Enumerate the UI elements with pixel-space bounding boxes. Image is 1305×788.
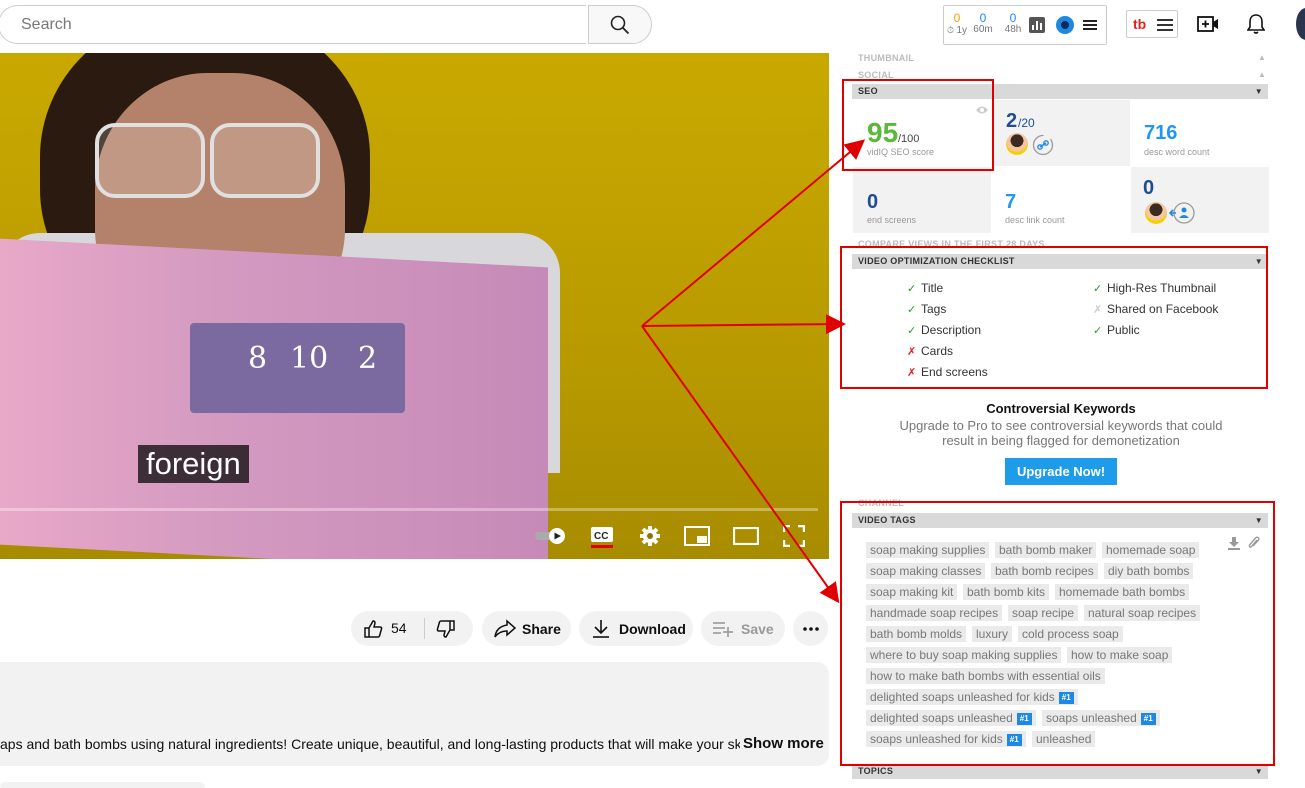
channel-links-card: 0 [1131,167,1269,233]
collapse-arrow-icon[interactable]: ▲ [1258,70,1266,79]
settings-button[interactable] [637,523,663,549]
comments-sort-chip[interactable] [0,782,205,788]
desc-word-count-label: desc word count [1144,147,1210,157]
fullscreen-button[interactable] [781,523,807,549]
download-button[interactable]: Download [579,611,693,646]
share-button[interactable]: Share [482,611,571,646]
theater-icon [733,527,759,545]
progress-bar[interactable] [0,508,818,511]
tags-ratio-card: 2 /20 [992,100,1130,166]
more-horiz-icon [802,626,819,631]
search-input[interactable]: Search [0,5,586,44]
stat-1y: 0 ⏱ 1y [946,11,968,36]
gear-icon [640,526,660,546]
menu-icon [1157,19,1173,31]
share-icon [494,619,516,638]
stat-48h: 0 48h [1004,11,1022,35]
controversial-text: Upgrade to Pro to see controversial keyw… [899,418,1223,448]
video-frame-detail [210,123,320,198]
video-frame-detail [95,123,205,198]
expand-arrow-icon: ▼ [1254,767,1263,776]
user-link-icon [1169,202,1195,224]
tags-ratio-max: /20 [1018,116,1035,130]
dislike-icon[interactable] [436,619,456,639]
miniplayer-button[interactable] [684,523,710,549]
search-placeholder: Search [21,15,72,33]
autoplay-toggle[interactable] [535,523,569,549]
section-thumbnail-collapsed[interactable]: THUMBNAIL [858,53,914,63]
save-button[interactable]: Save [701,611,785,646]
end-screens-value: 0 [867,191,879,213]
link-circle-icon [1032,134,1054,156]
miniplayer-icon [684,526,710,546]
upgrade-button[interactable]: Upgrade Now! [1005,458,1117,485]
closed-caption-text: foreign [138,445,249,483]
section-topics-header[interactable]: TOPICS ▼ [852,764,1268,779]
share-label: Share [522,621,561,637]
divider [424,618,425,639]
channel-avatar [1145,202,1167,224]
tags-ratio-value: 2 [1006,110,1018,132]
add-to-playlist-icon [713,622,733,637]
annotation-box-seo-score [842,79,994,171]
bar-chart-icon[interactable] [1029,17,1045,33]
box-number: 10 [290,341,329,376]
channel-avatar [1006,133,1028,155]
tubebuddy-logo-icon: tb [1133,16,1146,32]
svg-text:CC: CC [594,531,608,542]
description-text: aps and bath bombs using natural ingredi… [0,736,740,752]
autoplay-icon [535,528,565,544]
channel-links-value: 0 [1143,177,1155,199]
fullscreen-icon [783,525,805,547]
avatar[interactable] [1296,8,1305,40]
theater-mode-button[interactable] [733,523,759,549]
end-screens-label: end screens [867,215,917,225]
create-video-icon[interactable] [1197,14,1219,34]
desc-word-count-value: 716 [1144,122,1178,144]
like-count[interactable]: 54 [391,620,407,636]
like-dislike-group: 54 [351,611,473,646]
video-frame-detail: 8 10 2 [190,323,405,413]
video-player[interactable]: 8 10 2 foreign CC [0,53,829,559]
notifications-bell-icon[interactable] [1247,13,1265,35]
end-screens-card: 0 end screens [853,167,991,233]
controversial-title: Controversial Keywords [986,401,1136,416]
desc-link-count-value: 7 [1005,191,1017,213]
box-number: 2 [358,341,378,376]
box-number: 8 [248,341,268,376]
more-actions-button[interactable] [793,611,828,646]
show-more-button[interactable]: Show more [743,735,824,752]
stat-60m: 0 60m [973,11,993,35]
search-button[interactable] [588,5,652,44]
cc-icon: CC [591,527,613,548]
subtitles-button[interactable]: CC [589,523,615,549]
desc-word-count-card: 716 desc word count [1131,100,1269,166]
collapse-arrow-icon[interactable]: ▲ [1258,53,1266,62]
like-icon[interactable] [363,619,383,639]
save-label: Save [741,621,774,637]
desc-link-count-card: 7 desc link count [992,167,1130,233]
annotation-box-tags [840,501,1275,766]
search-icon [610,15,630,34]
vidiq-stats-widget[interactable]: 0 ⏱ 1y 0 60m 0 48h [943,5,1107,45]
tubebuddy-widget[interactable]: tb [1126,10,1178,38]
svg-text:tb: tb [1133,16,1146,32]
download-icon [593,620,609,638]
desc-link-count-label: desc link count [1005,215,1065,225]
annotation-box-checklist [840,246,1268,389]
expand-arrow-icon: ▼ [1254,87,1263,96]
vidiq-logo-icon[interactable] [1056,16,1074,34]
download-label: Download [619,621,686,637]
menu-icon[interactable] [1083,18,1097,32]
